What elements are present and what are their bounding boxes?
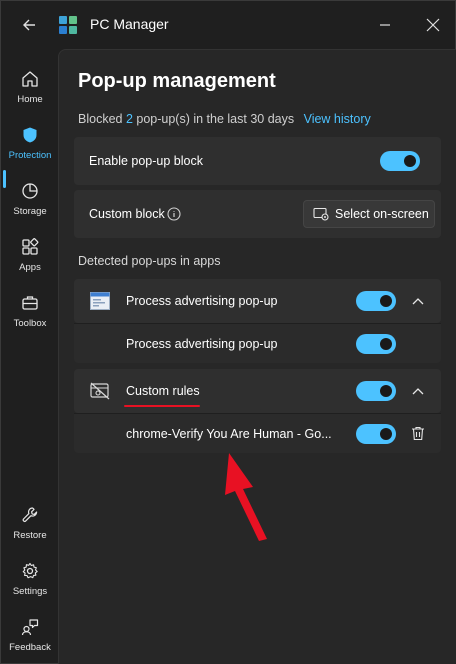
- blocked-summary: Blocked 2 pop-up(s) in the last 30 days …: [78, 112, 371, 126]
- home-icon: [22, 70, 38, 87]
- feedback-icon: [21, 618, 39, 635]
- popup-item-toggle[interactable]: [356, 424, 396, 444]
- view-history-link[interactable]: View history: [304, 112, 371, 126]
- custom-block-label: Custom block: [89, 207, 165, 221]
- popup-item-row: Process advertising pop-up: [74, 323, 441, 363]
- trash-icon[interactable]: [411, 426, 425, 441]
- chevron-up-icon: [412, 298, 424, 305]
- popup-item-label: Process advertising pop-up: [126, 337, 278, 351]
- sidebar-item-label: Protection: [8, 149, 52, 161]
- sidebar-item-label: Feedback: [9, 641, 51, 653]
- red-arrow-annotation: [225, 453, 267, 541]
- red-underline-annotation: [124, 405, 200, 407]
- enable-popup-toggle[interactable]: [380, 151, 420, 171]
- sidebar-item-label: Restore: [13, 529, 47, 541]
- popup-item-label: chrome-Verify You Are Human - Go...: [126, 427, 332, 441]
- enable-popup-label: Enable pop-up block: [89, 154, 203, 168]
- close-button[interactable]: [421, 13, 445, 37]
- group-title: Custom rules: [126, 384, 200, 398]
- group-toggle[interactable]: [356, 381, 396, 401]
- gear-icon: [22, 562, 38, 578]
- shield-icon: [23, 127, 37, 142]
- sidebar-item-toolbox[interactable]: Toolbox: [3, 285, 57, 337]
- pie-chart-icon: [22, 182, 38, 199]
- detected-popups-heading: Detected pop-ups in apps: [78, 254, 221, 268]
- popup-group-process-advertising: Process advertising pop-up: [74, 279, 441, 323]
- popup-group-custom-rules: Custom rules: [74, 369, 441, 413]
- minimize-button[interactable]: [373, 13, 397, 37]
- sidebar-item-label: Toolbox: [13, 317, 47, 329]
- sidebar-item-label: Settings: [12, 585, 48, 597]
- blocked-count: 2: [125, 112, 133, 126]
- app-window-icon: [90, 292, 110, 310]
- sidebar-item-home[interactable]: Home: [3, 61, 57, 113]
- sidebar-item-label: Home: [17, 93, 43, 105]
- close-icon: [426, 18, 440, 32]
- sidebar-item-feedback[interactable]: Feedback: [3, 609, 57, 661]
- minimize-icon: [380, 24, 390, 26]
- sidebar-item-apps[interactable]: Apps: [3, 229, 57, 281]
- sidebar: Home Protection Storage Apps Toolbox Res…: [1, 49, 57, 664]
- page-title: Pop-up management: [78, 70, 276, 92]
- info-icon[interactable]: [167, 207, 181, 221]
- title-bar: PC Manager: [1, 1, 456, 49]
- blocked-window-icon: [90, 382, 110, 400]
- collapse-button[interactable]: [410, 293, 426, 309]
- chevron-up-icon: [412, 388, 424, 395]
- sidebar-item-restore[interactable]: Restore: [3, 497, 57, 549]
- pc-manager-window: PC Manager Home Protection Storage Apps: [0, 0, 456, 664]
- collapse-button[interactable]: [410, 383, 426, 399]
- main-content: Pop-up management Blocked 2 pop-up(s) in…: [58, 49, 456, 664]
- wrench-icon: [22, 506, 38, 522]
- blocked-suffix: pop-up(s) in the last 30 days: [132, 112, 295, 126]
- apps-grid-icon: [22, 237, 39, 255]
- sidebar-item-label: Apps: [19, 261, 41, 273]
- toolbox-icon: [22, 295, 38, 310]
- blocked-prefix: Blocked: [78, 112, 126, 126]
- app-logo-icon: [58, 15, 78, 35]
- sidebar-item-settings[interactable]: Settings: [3, 553, 57, 605]
- group-title: Process advertising pop-up: [126, 294, 278, 308]
- select-onscreen-label: Select on-screen: [335, 207, 429, 221]
- popup-item-toggle[interactable]: [356, 334, 396, 354]
- popup-item-row: chrome-Verify You Are Human - Go...: [74, 413, 441, 453]
- app-title: PC Manager: [90, 16, 169, 32]
- back-arrow-icon: [23, 19, 35, 31]
- custom-block-card: Custom block Select on-screen: [74, 190, 441, 238]
- sidebar-item-storage[interactable]: Storage: [3, 173, 57, 225]
- sidebar-item-protection[interactable]: Protection: [3, 117, 57, 169]
- screen-select-icon: [313, 207, 329, 221]
- sidebar-item-label: Storage: [13, 205, 47, 217]
- group-toggle[interactable]: [356, 291, 396, 311]
- enable-popup-card: Enable pop-up block: [74, 137, 441, 185]
- back-button[interactable]: [17, 13, 41, 37]
- select-onscreen-button[interactable]: Select on-screen: [303, 200, 435, 228]
